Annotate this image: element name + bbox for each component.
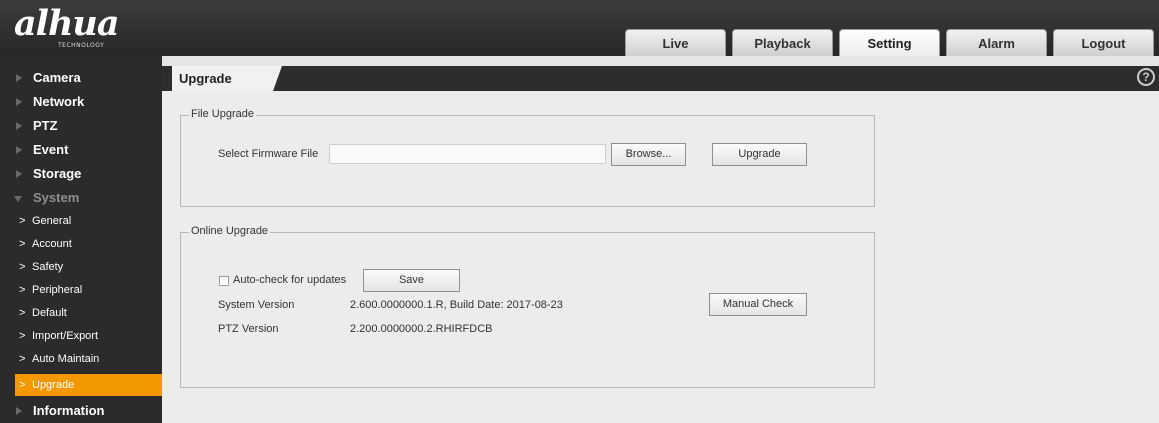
manual-check-button[interactable]: Manual Check (709, 293, 807, 316)
page-title: Upgrade (172, 66, 282, 91)
sidebar-subitem-label: Safety (32, 261, 64, 273)
content-area: File Upgrade Select Firmware File Browse… (162, 91, 1159, 423)
sidebar-item-label: Network (33, 94, 85, 109)
page-title-bar: Upgrade ? (162, 66, 1159, 91)
caret-right-icon (16, 146, 22, 154)
sidebar-subitem-label: Auto Maintain (32, 353, 100, 365)
caret-right-icon (16, 98, 22, 106)
select-firmware-label: Select Firmware File (218, 148, 319, 160)
caret-right-icon (16, 407, 22, 415)
auto-check-label: Auto-check for updates (233, 274, 347, 286)
sidebar-item-camera[interactable]: Camera (0, 66, 162, 89)
file-upgrade-legend: File Upgrade (189, 108, 256, 120)
caret-right-icon (16, 170, 22, 178)
file-upgrade-group: File Upgrade Select Firmware File Browse… (180, 108, 875, 207)
tab-live[interactable]: Live (625, 29, 726, 56)
caret-right-icon (16, 122, 22, 130)
caret-down-icon (14, 196, 22, 202)
caret-right-icon (16, 74, 22, 82)
sidebar-item-label: PTZ (33, 118, 58, 133)
sidebar-subitem-upgrade[interactable]: > Upgrade (15, 374, 162, 396)
auto-check-checkbox[interactable] (219, 276, 229, 286)
upgrade-button[interactable]: Upgrade (712, 143, 807, 166)
sidebar-subitem-label: Import/Export (32, 330, 99, 342)
main-panel: Upgrade ? File Upgrade Select Firmware F… (162, 56, 1159, 423)
sidebar-item-storage[interactable]: Storage (0, 162, 162, 185)
chevron-right-icon: > (19, 284, 26, 296)
ptz-version-value: 2.200.0000000.2.RHIRFDCB (350, 323, 493, 335)
sidebar-subitem-account[interactable]: > Account (15, 233, 162, 255)
chevron-right-icon: > (19, 353, 26, 365)
brand-logo: alhua TECHNOLOGY (14, 6, 144, 50)
online-upgrade-legend: Online Upgrade (189, 225, 271, 237)
system-version-value: 2.600.0000000.1.R, Build Date: 2017-08-2… (350, 299, 563, 311)
sidebar-subitem-safety[interactable]: > Safety (15, 256, 162, 278)
sidebar-subitem-default[interactable]: > Default (15, 302, 162, 324)
chevron-right-icon: > (19, 261, 26, 273)
chevron-right-icon: > (19, 238, 26, 250)
chevron-right-icon: > (19, 330, 26, 342)
ptz-version-label: PTZ Version (218, 323, 279, 335)
tab-setting[interactable]: Setting (839, 29, 940, 56)
tab-logout[interactable]: Logout (1053, 29, 1154, 56)
sidebar-subitem-import-export[interactable]: > Import/Export (15, 325, 162, 347)
firmware-file-input[interactable] (329, 144, 606, 164)
sidebar-subitem-auto-maintain[interactable]: > Auto Maintain (15, 348, 162, 370)
sidebar-subitem-label: Account (32, 238, 72, 250)
browse-button[interactable]: Browse... (611, 143, 686, 166)
sidebar-item-information[interactable]: Information (0, 399, 162, 422)
sidebar-nav: Camera Network PTZ Event Storage System … (0, 56, 162, 423)
sidebar-subitem-peripheral[interactable]: > Peripheral (15, 279, 162, 301)
sidebar-subitem-general[interactable]: > General (15, 210, 162, 232)
logo-text: alhua (14, 3, 120, 44)
sidebar-subitem-label: Default (32, 307, 67, 319)
tab-alarm[interactable]: Alarm (946, 29, 1047, 56)
online-upgrade-group: Online Upgrade Auto-check for updates Sa… (180, 225, 875, 388)
logo-subtext: TECHNOLOGY (58, 42, 105, 49)
sidebar-item-label: Camera (33, 70, 81, 85)
sidebar-item-label: Information (33, 403, 105, 418)
sidebar-item-event[interactable]: Event (0, 138, 162, 161)
system-version-label: System Version (218, 299, 295, 311)
help-icon[interactable]: ? (1137, 68, 1155, 86)
chevron-right-icon: > (19, 379, 26, 391)
tab-playback[interactable]: Playback (732, 29, 833, 56)
sidebar-subitem-label: Peripheral (32, 284, 83, 296)
sidebar-item-label: Event (33, 142, 69, 157)
chevron-right-icon: > (19, 307, 26, 319)
sidebar-item-system[interactable]: System (0, 186, 162, 209)
save-button[interactable]: Save (363, 269, 460, 292)
chevron-right-icon: > (19, 215, 26, 227)
app-root: alhua TECHNOLOGY Live Playback Setting A… (0, 0, 1159, 423)
sidebar-item-label: System (33, 190, 80, 205)
top-header: alhua TECHNOLOGY Live Playback Setting A… (0, 0, 1159, 56)
sidebar-item-ptz[interactable]: PTZ (0, 114, 162, 137)
sidebar-subitem-label: Upgrade (32, 379, 75, 391)
sidebar-item-label: Storage (33, 166, 82, 181)
sidebar-subitem-label: General (32, 215, 72, 227)
sidebar-item-network[interactable]: Network (0, 90, 162, 113)
